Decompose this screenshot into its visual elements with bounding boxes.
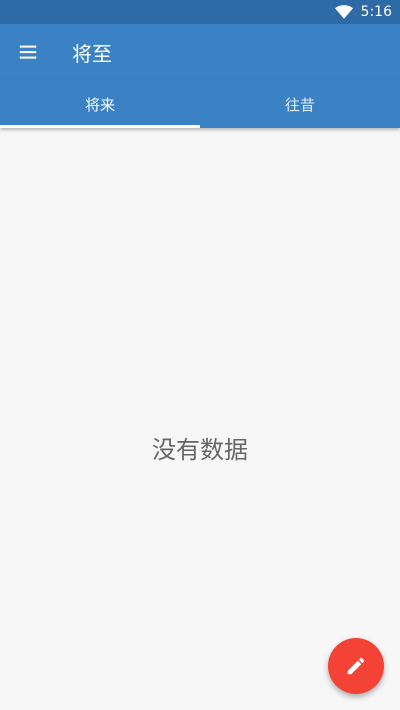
tab-past[interactable]: 往昔 [200, 80, 400, 128]
tab-past-label: 往昔 [284, 95, 315, 114]
tab-bar: 将来 往昔 [0, 80, 400, 128]
pencil-icon [347, 657, 365, 675]
menu-button[interactable] [0, 24, 56, 80]
screen: 5:16 将至 将来 往昔 没有数据 [0, 0, 400, 710]
menu-icon [19, 45, 37, 59]
tab-indicator [0, 125, 200, 128]
app-bar: 将至 [0, 24, 400, 80]
page-title: 将至 [72, 41, 112, 66]
empty-state-message: 没有数据 [152, 436, 248, 464]
tab-future-label: 将来 [84, 95, 115, 114]
status-bar: 5:16 [0, 0, 400, 24]
tab-future[interactable]: 将来 [0, 80, 200, 128]
wifi-icon [334, 5, 353, 19]
compose-fab[interactable] [328, 638, 384, 694]
status-time: 5:16 [360, 4, 392, 20]
